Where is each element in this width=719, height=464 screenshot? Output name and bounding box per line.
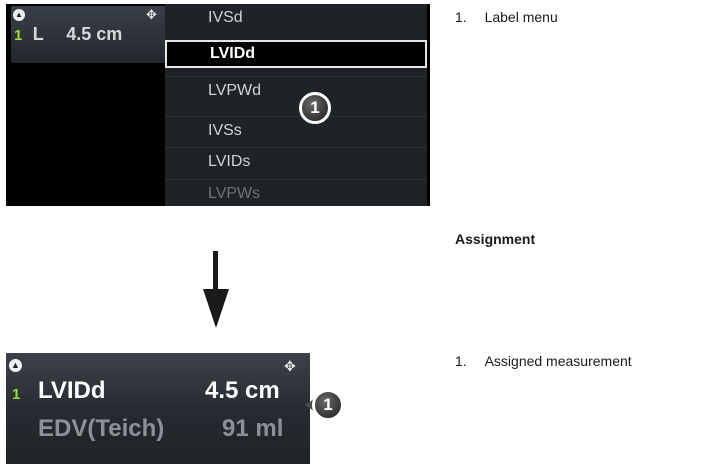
measurement-row[interactable]: 1 L 4.5 cm (14, 24, 122, 46)
menu-item-lvpwd[interactable]: LVPWd (165, 76, 427, 104)
label-menu: IVSd LVIDd LVPWd IVSs LVIDs LVPWs (165, 4, 427, 206)
callout-number: 1 (310, 98, 320, 117)
row-index: 1 (12, 386, 21, 403)
menu-item-label: IVSs (208, 122, 242, 139)
menu-item-lvids[interactable]: LVIDs (165, 147, 427, 175)
menu-item-label: LVIDd (210, 45, 256, 62)
note-assigned-measurement: 1. Assigned measurement (455, 353, 632, 369)
menu-item-label: LVIDs (208, 153, 251, 170)
note-number: 1. (455, 353, 467, 369)
row-value: 91 ml (222, 415, 284, 442)
row-label: LVIDd (38, 377, 106, 404)
menu-item-ivss[interactable]: IVSs (165, 116, 427, 144)
measurement-value: 4.5 cm (66, 24, 123, 44)
move-icon[interactable]: ✥ (284, 359, 296, 373)
label-menu-screenshot: ▲ ✥ 1 L 4.5 cm IVSd LVIDd LVPWd IVSs LVI… (6, 4, 430, 206)
menu-item-label: LVPWs (208, 185, 261, 202)
section-heading: Assignment (455, 231, 536, 247)
menu-item-label: LVPWd (208, 82, 262, 99)
callout-badge-icon: 1 (312, 389, 344, 421)
callout-badge-icon: 1 (299, 92, 331, 124)
assigned-measurement-row[interactable]: 1 LVIDd 4.5 cm (12, 375, 310, 409)
collapse-up-icon[interactable]: ▲ (13, 9, 25, 21)
callout-number: 1 (323, 395, 333, 414)
measurement-index: 1 (14, 27, 23, 44)
down-arrow-head (203, 289, 229, 328)
menu-item-ivsd[interactable]: IVSd (165, 4, 427, 32)
down-arrow-icon (213, 251, 218, 291)
collapse-up-icon[interactable]: ▲ (9, 359, 22, 372)
menu-item-lvidd[interactable]: LVIDd (165, 40, 427, 68)
menu-item-lvpws[interactable]: LVPWs (165, 179, 427, 206)
note-text: Assigned measurement (484, 353, 632, 369)
assigned-measurement-screenshot: ▲ ✥ 1 LVIDd 4.5 cm EDV(Teich) 91 ml (6, 353, 310, 464)
row-value: 4.5 cm (205, 377, 280, 404)
measurement-result-box[interactable]: ▲ ✥ 1 L 4.5 cm (11, 6, 169, 63)
derived-measurement-row[interactable]: EDV(Teich) 91 ml (36, 415, 308, 449)
row-label: EDV(Teich) (38, 415, 165, 442)
note-number: 1. (455, 9, 467, 25)
note-label-menu: 1. Label menu (455, 9, 558, 25)
note-text: Label menu (484, 9, 558, 25)
move-icon[interactable]: ✥ (146, 8, 157, 22)
menu-item-label: IVSd (208, 9, 243, 26)
measurement-label: L (32, 24, 44, 44)
